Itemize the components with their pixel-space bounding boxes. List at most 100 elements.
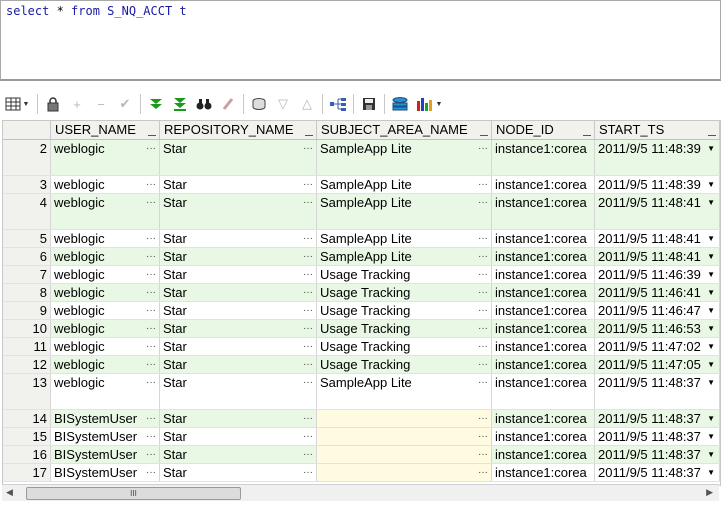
horizontal-scrollbar[interactable]: ◀ III ▶ — [2, 484, 719, 501]
cell-user[interactable]: weblogic ··· — [51, 176, 160, 193]
cell-subject[interactable]: SampleApp Lite ··· — [317, 176, 492, 193]
cell-ts[interactable]: 2011/9/5 11:48:41 ▼ — [595, 230, 720, 247]
cell-repo[interactable]: Star ··· — [160, 266, 317, 283]
cell-user[interactable]: weblogic ··· — [51, 284, 160, 301]
dropdown-arrow-icon[interactable]: ▼ — [707, 302, 715, 319]
cell-repo[interactable]: Star ··· — [160, 302, 317, 319]
dropdown-arrow-icon[interactable]: ▼ — [707, 338, 715, 355]
cell-ellipsis-button[interactable]: ··· — [478, 410, 488, 427]
dropdown-arrow-icon[interactable]: ▼ — [707, 464, 715, 481]
row-number[interactable]: 15 — [3, 428, 51, 445]
row-number[interactable]: 16 — [3, 446, 51, 463]
cell-ts[interactable]: 2011/9/5 11:46:39 ▼ — [595, 266, 720, 283]
cell-subject[interactable]: ··· — [317, 428, 492, 445]
cell-node[interactable]: instance1:corea — [492, 266, 595, 283]
cell-ellipsis-button[interactable]: ··· — [303, 446, 313, 463]
dropdown-arrow-icon[interactable]: ▼ — [707, 410, 715, 427]
table-row[interactable]: 7 weblogic ··· Star ··· Usage Tracking ··· inst… — [3, 266, 720, 284]
cell-ellipsis-button[interactable]: ··· — [146, 140, 156, 157]
cell-subject[interactable]: ··· — [317, 410, 492, 427]
row-number[interactable]: 8 — [3, 284, 51, 301]
cell-ellipsis-button[interactable]: ··· — [303, 230, 313, 247]
dropdown-arrow-icon[interactable]: ▼ — [707, 356, 715, 373]
cell-ellipsis-button[interactable]: ··· — [146, 230, 156, 247]
fetch-all-icon[interactable] — [168, 93, 192, 115]
dropdown-arrow-icon[interactable]: ▼ — [707, 266, 715, 283]
cell-node[interactable]: instance1:corea — [492, 230, 595, 247]
cell-ellipsis-button[interactable]: ··· — [146, 266, 156, 283]
cell-ellipsis-button[interactable]: ··· — [478, 464, 488, 481]
cell-ellipsis-button[interactable]: ··· — [303, 464, 313, 481]
cell-node[interactable]: instance1:corea — [492, 356, 595, 373]
dropdown-arrow-icon[interactable]: ▼ — [707, 230, 715, 247]
cell-repo[interactable]: Star ··· — [160, 248, 317, 265]
fetch-next-icon[interactable] — [144, 93, 168, 115]
cell-ellipsis-button[interactable]: ··· — [303, 338, 313, 355]
cell-ts[interactable]: 2011/9/5 11:48:37 ▼ — [595, 374, 720, 409]
cell-subject[interactable]: SampleApp Lite ··· — [317, 194, 492, 229]
cell-ellipsis-button[interactable]: ··· — [478, 302, 488, 319]
cell-node[interactable]: instance1:corea — [492, 320, 595, 337]
cell-user[interactable]: BISystemUser ··· — [51, 446, 160, 463]
cell-repo[interactable]: Star ··· — [160, 140, 317, 175]
cell-user[interactable]: weblogic ··· — [51, 266, 160, 283]
table-row[interactable]: 13 weblogic ··· Star ··· SampleApp Lite ··· ins… — [3, 374, 720, 410]
cell-ellipsis-button[interactable]: ··· — [146, 464, 156, 481]
table-row[interactable]: 12 weblogic ··· Star ··· Usage Tracking ··· ins… — [3, 356, 720, 374]
cell-subject[interactable]: SampleApp Lite ··· — [317, 374, 492, 409]
cell-ts[interactable]: 2011/9/5 11:48:41 ▼ — [595, 194, 720, 229]
table-row[interactable]: 15 BISystemUser ··· Star ··· ··· instance1:cor… — [3, 428, 720, 446]
sort-descending-icon[interactable]: ▽ — [271, 93, 295, 115]
cell-ts[interactable]: 2011/9/5 11:47:02 ▼ — [595, 338, 720, 355]
table-row[interactable]: 8 weblogic ··· Star ··· Usage Tracking ··· inst… — [3, 284, 720, 302]
cell-ellipsis-button[interactable]: ··· — [146, 302, 156, 319]
table-row[interactable]: 4 weblogic ··· Star ··· SampleApp Lite ··· inst… — [3, 194, 720, 230]
sort-ascending-icon[interactable]: △ — [295, 93, 319, 115]
cell-ellipsis-button[interactable]: ··· — [146, 284, 156, 301]
scroll-thumb[interactable]: III — [26, 487, 241, 500]
table-row[interactable]: 3 weblogic ··· Star ··· SampleApp Lite ··· inst… — [3, 176, 720, 194]
cell-node[interactable]: instance1:corea — [492, 446, 595, 463]
cell-subject[interactable]: Usage Tracking ··· — [317, 356, 492, 373]
table-row[interactable]: 17 BISystemUser ··· Star ··· ··· instance1:cor… — [3, 464, 720, 482]
cell-ellipsis-button[interactable]: ··· — [478, 176, 488, 193]
cell-node[interactable]: instance1:corea — [492, 284, 595, 301]
cell-ellipsis-button[interactable]: ··· — [146, 374, 156, 391]
cell-repo[interactable]: Star ··· — [160, 230, 317, 247]
cell-repo[interactable]: Star ··· — [160, 338, 317, 355]
cell-ellipsis-button[interactable]: ··· — [478, 374, 488, 391]
cell-ellipsis-button[interactable]: ··· — [478, 248, 488, 265]
cell-ellipsis-button[interactable]: ··· — [146, 356, 156, 373]
table-row[interactable]: 6 weblogic ··· Star ··· SampleApp Lite ··· inst… — [3, 248, 720, 266]
cell-ts[interactable]: 2011/9/5 11:46:47 ▼ — [595, 302, 720, 319]
table-row[interactable]: 9 weblogic ··· Star ··· Usage Tracking ··· inst… — [3, 302, 720, 320]
cell-user[interactable]: weblogic ··· — [51, 248, 160, 265]
dropdown-arrow-icon[interactable]: ▼ — [707, 320, 715, 337]
cell-user[interactable]: weblogic ··· — [51, 356, 160, 373]
cell-subject[interactable]: Usage Tracking ··· — [317, 284, 492, 301]
cell-user[interactable]: weblogic ··· — [51, 302, 160, 319]
chart-icon[interactable]: ▼ — [412, 93, 446, 115]
cell-ts[interactable]: 2011/9/5 11:48:37 ▼ — [595, 446, 720, 463]
table-row[interactable]: 5 weblogic ··· Star ··· SampleApp Lite ··· inst… — [3, 230, 720, 248]
cell-user[interactable]: weblogic ··· — [51, 320, 160, 337]
cell-ellipsis-button[interactable]: ··· — [303, 266, 313, 283]
cell-node[interactable]: instance1:corea — [492, 428, 595, 445]
cell-ellipsis-button[interactable]: ··· — [146, 194, 156, 211]
cell-repo[interactable]: Star ··· — [160, 320, 317, 337]
cell-ellipsis-button[interactable]: ··· — [478, 140, 488, 157]
dropdown-arrow-icon[interactable]: ▼ — [707, 428, 715, 445]
row-number[interactable]: 7 — [3, 266, 51, 283]
row-number[interactable]: 3 — [3, 176, 51, 193]
cell-ellipsis-button[interactable]: ··· — [303, 410, 313, 427]
cell-user[interactable]: weblogic ··· — [51, 230, 160, 247]
cell-ellipsis-button[interactable]: ··· — [303, 374, 313, 391]
cell-repo[interactable]: Star ··· — [160, 428, 317, 445]
cell-ellipsis-button[interactable]: ··· — [146, 410, 156, 427]
row-number[interactable]: 11 — [3, 338, 51, 355]
column-header-user-name[interactable]: USER_NAME — [51, 121, 160, 139]
cell-node[interactable]: instance1:corea — [492, 464, 595, 481]
dropdown-arrow-icon[interactable]: ▼ — [707, 446, 715, 463]
cell-repo[interactable]: Star ··· — [160, 356, 317, 373]
cell-ellipsis-button[interactable]: ··· — [146, 320, 156, 337]
